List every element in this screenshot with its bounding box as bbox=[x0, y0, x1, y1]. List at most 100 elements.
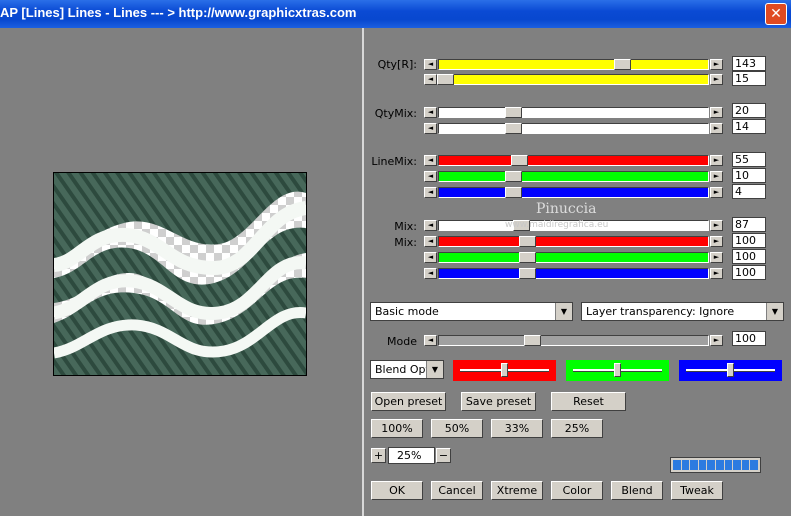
scroll-right-icon[interactable]: ► bbox=[710, 59, 723, 70]
scroll-left-icon[interactable]: ◄ bbox=[424, 155, 437, 166]
qty1-slider[interactable]: ◄ ► bbox=[424, 59, 723, 70]
scroll-left-icon[interactable]: ◄ bbox=[424, 171, 437, 182]
mix3-thumb[interactable] bbox=[519, 252, 536, 263]
mode-slider[interactable]: ◄ ► bbox=[424, 335, 723, 346]
scroll-left-icon[interactable]: ◄ bbox=[424, 335, 437, 346]
green-channel-slider[interactable] bbox=[566, 360, 669, 381]
mix2-value[interactable]: 100 bbox=[732, 233, 766, 248]
scroll-right-icon[interactable]: ► bbox=[710, 252, 723, 263]
open-preset-button[interactable]: Open preset bbox=[371, 392, 446, 411]
mode-track[interactable] bbox=[438, 335, 709, 346]
scroll-right-icon[interactable]: ► bbox=[710, 335, 723, 346]
reset-button[interactable]: Reset bbox=[551, 392, 626, 411]
chevron-down-icon: ▼ bbox=[766, 303, 783, 320]
mix1-value[interactable]: 87 bbox=[732, 217, 766, 232]
linemix2-slider[interactable]: ◄ ► bbox=[424, 171, 723, 182]
qty1-thumb[interactable] bbox=[614, 59, 631, 70]
mix3-track[interactable] bbox=[438, 252, 709, 263]
scroll-right-icon[interactable]: ► bbox=[710, 155, 723, 166]
linemix2-track[interactable] bbox=[438, 171, 709, 182]
blue-channel-slider[interactable] bbox=[679, 360, 782, 381]
qtymix2-value[interactable]: 14 bbox=[732, 119, 766, 134]
red-channel-knob[interactable] bbox=[501, 363, 508, 377]
linemix1-track[interactable] bbox=[438, 155, 709, 166]
mix2-track[interactable] bbox=[438, 236, 709, 247]
qty2-track[interactable] bbox=[438, 74, 709, 85]
red-channel-slider[interactable] bbox=[453, 360, 556, 381]
linemix3-value[interactable]: 4 bbox=[732, 184, 766, 199]
qtymix1-thumb[interactable] bbox=[505, 107, 522, 118]
color-button[interactable]: Color bbox=[551, 481, 603, 500]
zoom-33-button[interactable]: 33% bbox=[491, 419, 543, 438]
mix2-thumb[interactable] bbox=[519, 236, 536, 247]
linemix3-track[interactable] bbox=[438, 187, 709, 198]
close-button[interactable]: ✕ bbox=[765, 3, 787, 25]
ok-button[interactable]: OK bbox=[371, 481, 423, 500]
scroll-right-icon[interactable]: ► bbox=[710, 171, 723, 182]
scroll-left-icon[interactable]: ◄ bbox=[424, 252, 437, 263]
scroll-right-icon[interactable]: ► bbox=[710, 268, 723, 279]
qtymix2-thumb[interactable] bbox=[505, 123, 522, 134]
scroll-left-icon[interactable]: ◄ bbox=[424, 107, 437, 118]
scroll-left-icon[interactable]: ◄ bbox=[424, 74, 437, 85]
blue-channel-knob[interactable] bbox=[727, 363, 734, 377]
linemix2-thumb[interactable] bbox=[505, 171, 522, 182]
zoom-in-button[interactable]: + bbox=[371, 448, 386, 463]
qty2-thumb[interactable] bbox=[437, 74, 454, 85]
zoom-100-button[interactable]: 100% bbox=[371, 419, 423, 438]
mix4-track[interactable] bbox=[438, 268, 709, 279]
scroll-left-icon[interactable]: ◄ bbox=[424, 268, 437, 279]
linemix2-value[interactable]: 10 bbox=[732, 168, 766, 183]
linemix1-value[interactable]: 55 bbox=[732, 152, 766, 167]
preview-image bbox=[53, 172, 307, 376]
qty1-track[interactable] bbox=[438, 59, 709, 70]
scroll-right-icon[interactable]: ► bbox=[710, 187, 723, 198]
linemix1-thumb[interactable] bbox=[511, 155, 528, 166]
blend-options-dropdown[interactable]: Blend Optio ▼ bbox=[370, 360, 444, 379]
mode-value[interactable]: 100 bbox=[732, 331, 766, 346]
cancel-button[interactable]: Cancel bbox=[431, 481, 483, 500]
mix3-value[interactable]: 100 bbox=[732, 249, 766, 264]
scroll-left-icon[interactable]: ◄ bbox=[424, 187, 437, 198]
mix4-slider[interactable]: ◄ ► bbox=[424, 268, 723, 279]
scroll-right-icon[interactable]: ► bbox=[710, 236, 723, 247]
qty1-value[interactable]: 143 bbox=[732, 56, 766, 71]
scroll-right-icon[interactable]: ► bbox=[710, 74, 723, 85]
linemix3-slider[interactable]: ◄ ► bbox=[424, 187, 723, 198]
scroll-right-icon[interactable]: ► bbox=[710, 220, 723, 231]
watermark-url: www.maidiregrafica.eu bbox=[505, 220, 609, 230]
qty2-value[interactable]: 15 bbox=[732, 71, 766, 86]
zoom-25-button[interactable]: 25% bbox=[551, 419, 603, 438]
scroll-left-icon[interactable]: ◄ bbox=[424, 59, 437, 70]
qtymix1-value[interactable]: 20 bbox=[732, 103, 766, 118]
qtymix1-track[interactable] bbox=[438, 107, 709, 118]
scroll-left-icon[interactable]: ◄ bbox=[424, 123, 437, 134]
qty2-slider[interactable]: ◄ ► bbox=[424, 74, 723, 85]
tweak-button[interactable]: Tweak bbox=[671, 481, 723, 500]
qtymix1-slider[interactable]: ◄ ► bbox=[424, 107, 723, 118]
mix4-thumb[interactable] bbox=[519, 268, 536, 279]
layer-transparency-dropdown[interactable]: Layer transparency: Ignore ▼ bbox=[581, 302, 784, 321]
blend-button[interactable]: Blend bbox=[611, 481, 663, 500]
scroll-right-icon[interactable]: ► bbox=[710, 123, 723, 134]
scroll-right-icon[interactable]: ► bbox=[710, 107, 723, 118]
save-preset-button[interactable]: Save preset bbox=[461, 392, 536, 411]
mode-dropdown[interactable]: Basic mode ▼ bbox=[370, 302, 573, 321]
linemix1-slider[interactable]: ◄ ► bbox=[424, 155, 723, 166]
mode-thumb[interactable] bbox=[524, 335, 541, 346]
xtreme-button[interactable]: Xtreme bbox=[491, 481, 543, 500]
qtymix2-slider[interactable]: ◄ ► bbox=[424, 123, 723, 134]
scroll-left-icon[interactable]: ◄ bbox=[424, 236, 437, 247]
qtymix2-track[interactable] bbox=[438, 123, 709, 134]
mix4-value[interactable]: 100 bbox=[732, 265, 766, 280]
zoom-50-button[interactable]: 50% bbox=[431, 419, 483, 438]
green-channel-knob[interactable] bbox=[614, 363, 621, 377]
zoom-field[interactable]: 25% bbox=[388, 447, 435, 464]
layer-transparency-value: Layer transparency: Ignore bbox=[586, 305, 735, 318]
linemix3-thumb[interactable] bbox=[505, 187, 522, 198]
scroll-left-icon[interactable]: ◄ bbox=[424, 220, 437, 231]
zoom-out-button[interactable]: − bbox=[436, 448, 451, 463]
mix3-slider[interactable]: ◄ ► bbox=[424, 252, 723, 263]
mix-label-2: Mix: bbox=[394, 236, 417, 249]
mix2-slider[interactable]: ◄ ► bbox=[424, 236, 723, 247]
